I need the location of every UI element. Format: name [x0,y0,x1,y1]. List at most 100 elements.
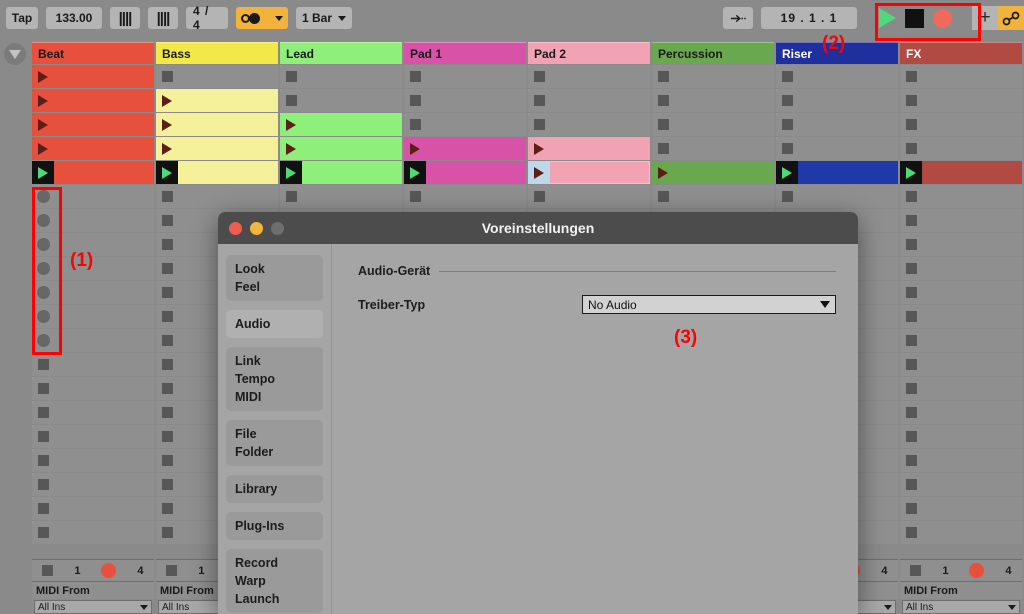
clip-slot[interactable] [32,425,154,448]
clip-stop-button[interactable] [409,71,421,82]
prefs-tab-audio[interactable]: Audio [226,315,323,333]
prefs-tab-plug-ins[interactable]: Plug-Ins [226,517,323,535]
clip-stop-button[interactable] [161,359,173,370]
clip-slot[interactable] [900,473,1022,496]
clip-slot[interactable] [280,89,402,112]
clip-slot[interactable] [404,137,526,160]
clip-slot[interactable] [32,89,154,112]
clip-slot[interactable] [528,65,650,88]
nudge-bars-icon[interactable]: |||| [148,7,178,29]
clip-stop-button[interactable] [285,95,297,106]
clip-stop-button[interactable] [161,479,173,490]
midi-from-select[interactable]: All Ins [34,600,152,614]
midi-from-select[interactable]: All Ins [902,600,1020,614]
plus-icon[interactable]: + [972,6,998,30]
clip-stop-button[interactable] [161,71,173,82]
clip-stop-button[interactable] [905,455,917,466]
track-header-fx[interactable]: FX [900,42,1022,64]
clip-stop-button[interactable] [37,503,49,514]
clip-slot[interactable] [776,113,898,136]
track-arm-button[interactable] [969,563,985,578]
clip-stop-button[interactable] [533,119,545,130]
clip-stop-button[interactable] [161,191,173,202]
clip-stop-button[interactable] [161,527,173,538]
stop-icon[interactable] [905,8,924,28]
clip-slot[interactable] [280,185,402,208]
clip-slot[interactable] [900,497,1022,520]
track-header-lead[interactable]: Lead [280,42,402,64]
clip-stop-button[interactable] [409,119,421,130]
clip-stop-button[interactable] [285,191,297,202]
clip-slot[interactable] [652,65,774,88]
track-stop-button[interactable] [166,565,178,576]
clip-stop-button[interactable] [161,335,173,346]
link-chain-icon[interactable] [998,6,1024,30]
clip-stop-button[interactable] [161,287,173,298]
clip-slot[interactable] [32,113,154,136]
clip-slot[interactable] [900,329,1022,352]
track-stop-button[interactable] [910,565,922,576]
clip-stop-button[interactable] [905,191,917,202]
clip-slot[interactable] [404,185,526,208]
track-header-pad-1[interactable]: Pad 1 [404,42,526,64]
clip-slot[interactable] [900,161,1022,184]
clip-slot[interactable] [900,425,1022,448]
clip-slot[interactable] [32,161,154,184]
clip-stop-button[interactable] [781,119,793,130]
clip-stop-button[interactable] [905,359,917,370]
clip-stop-button[interactable] [37,431,49,442]
clip-stop-button[interactable] [905,383,917,394]
clip-stop-button[interactable] [285,71,297,82]
prefs-tab-launch[interactable]: Launch [226,590,323,608]
clip-slot[interactable] [900,449,1022,472]
tap-tempo-button[interactable]: Tap [6,7,38,29]
clip-slot[interactable] [156,161,278,184]
clip-stop-button[interactable] [657,191,669,202]
clip-slot[interactable] [280,65,402,88]
clip-slot[interactable] [900,65,1022,88]
track-header-beat[interactable]: Beat [32,42,154,64]
clip-record-button[interactable] [36,214,50,227]
clip-slot[interactable] [776,89,898,112]
prefs-tab-feel[interactable]: Feel [226,278,323,296]
clip-stop-button[interactable] [905,503,917,514]
prefs-tab-tempo[interactable]: Tempo [226,370,323,388]
clip-slot[interactable] [32,377,154,400]
track-stop-button[interactable] [42,565,54,576]
clip-stop-button[interactable] [37,359,49,370]
clip-slot[interactable] [900,401,1022,424]
record-icon[interactable] [933,8,952,28]
clip-record-button[interactable] [36,190,50,203]
clip-stop-button[interactable] [781,143,793,154]
clip-slot[interactable] [32,305,154,328]
clip-stop-button[interactable] [161,311,173,322]
clip-stop-button[interactable] [161,239,173,250]
preferences-titlebar[interactable]: Voreinstellungen [218,212,858,244]
clip-stop-button[interactable] [533,191,545,202]
clip-stop-button[interactable] [37,407,49,418]
metronome-bars-icon[interactable]: |||| [110,7,140,29]
clip-slot[interactable] [32,65,154,88]
clip-slot[interactable] [32,497,154,520]
clip-slot[interactable] [156,185,278,208]
clip-stop-button[interactable] [905,431,917,442]
clip-slot[interactable] [32,473,154,496]
clip-slot[interactable] [652,161,774,184]
track-header-bass[interactable]: Bass [156,42,278,64]
clip-record-button[interactable] [36,262,50,275]
play-icon[interactable] [879,8,896,28]
clip-record-button[interactable] [36,334,50,347]
clip-stop-button[interactable] [161,407,173,418]
clip-slot[interactable] [900,89,1022,112]
clip-slot[interactable] [652,137,774,160]
clip-slot[interactable] [900,353,1022,376]
clip-stop-button[interactable] [905,263,917,274]
clip-slot[interactable] [528,161,650,184]
clip-stop-button[interactable] [905,479,917,490]
clip-slot[interactable] [900,377,1022,400]
clip-slot[interactable] [156,137,278,160]
clip-slot[interactable] [32,329,154,352]
clip-slot[interactable] [404,89,526,112]
tempo-field[interactable]: 133.00 [46,7,102,29]
track-header-pad-2[interactable]: Pad 2 [528,42,650,64]
